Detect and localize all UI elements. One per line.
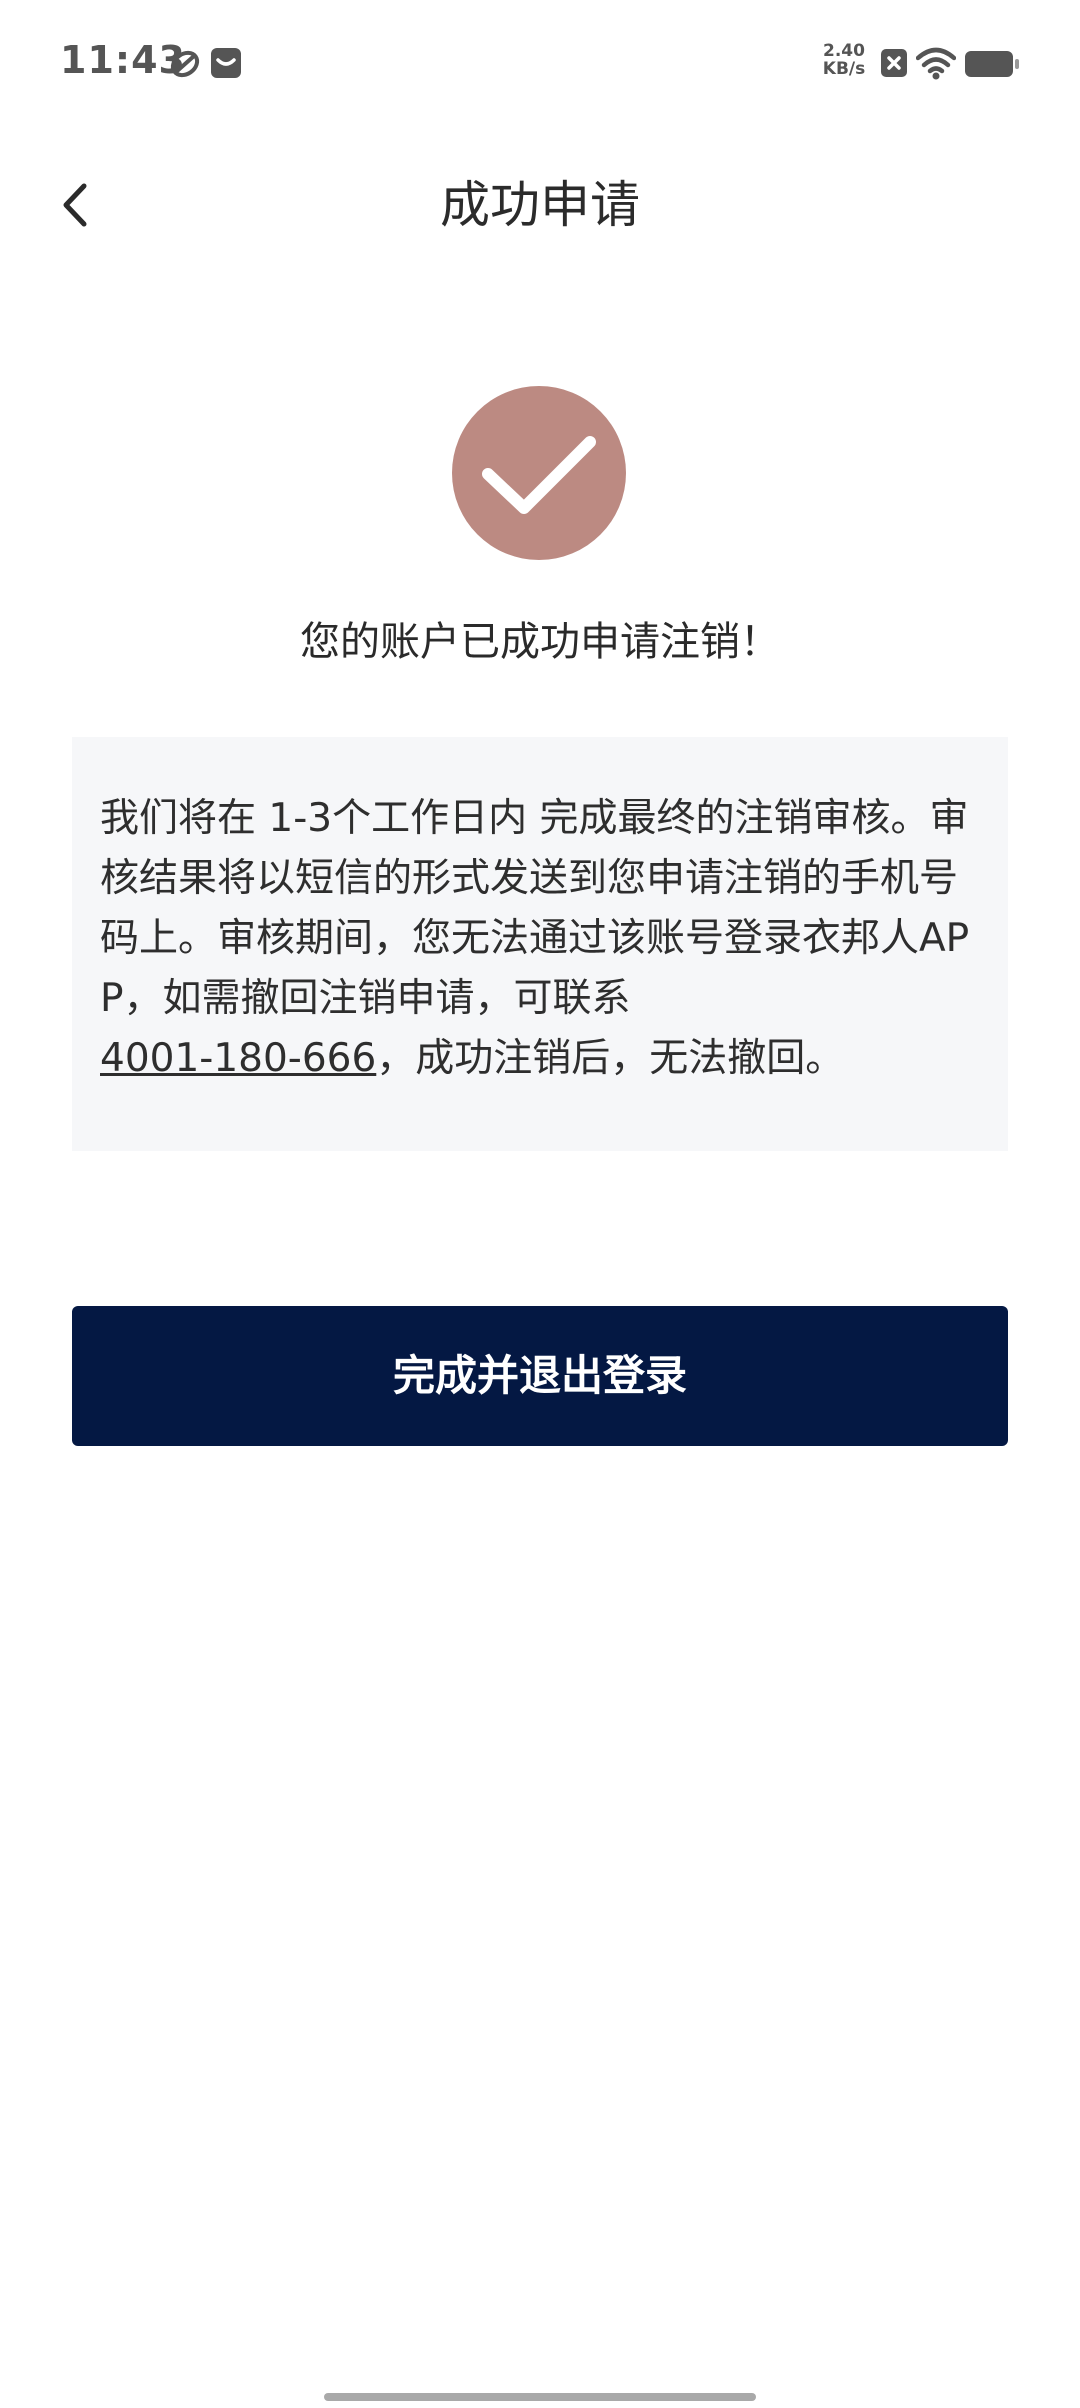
success-message: 您的账户已成功申请注销！ <box>300 619 780 665</box>
sync-icon <box>170 50 200 78</box>
back-button[interactable] <box>48 170 108 240</box>
network-speed: 2.40 KB/s <box>814 42 874 78</box>
info-text: 我们将在 1-3个工作日内 完成最终的注销审核。审核结果将以短信的形式发送到您申… <box>100 789 980 1089</box>
wifi-icon <box>916 47 956 80</box>
phone-link[interactable]: 4001-180-666 <box>100 1036 376 1081</box>
chevron-left-icon <box>63 183 87 227</box>
finish-logout-button[interactable]: 完成并退出登录 <box>72 1306 1008 1446</box>
info-card: 我们将在 1-3个工作日内 完成最终的注销审核。审核结果将以短信的形式发送到您申… <box>72 737 1008 1151</box>
network-speed-value: 2.40 <box>823 41 865 61</box>
info-text-main: 我们将在 1-3个工作日内 完成最终的注销审核。审核结果将以短信的形式发送到您申… <box>100 796 970 1021</box>
check-circle-icon <box>452 386 626 560</box>
info-text-tail: ，成功注销后，无法撤回。 <box>376 1036 845 1081</box>
status-bar: 11:43 2.40 KB/s <box>0 0 1080 130</box>
page-title: 成功申请 <box>440 176 640 234</box>
battery-icon <box>965 51 1019 77</box>
data-off-icon <box>881 49 907 77</box>
network-speed-unit: KB/s <box>822 59 866 79</box>
message-icon <box>211 48 241 78</box>
home-indicator <box>324 2393 756 2401</box>
